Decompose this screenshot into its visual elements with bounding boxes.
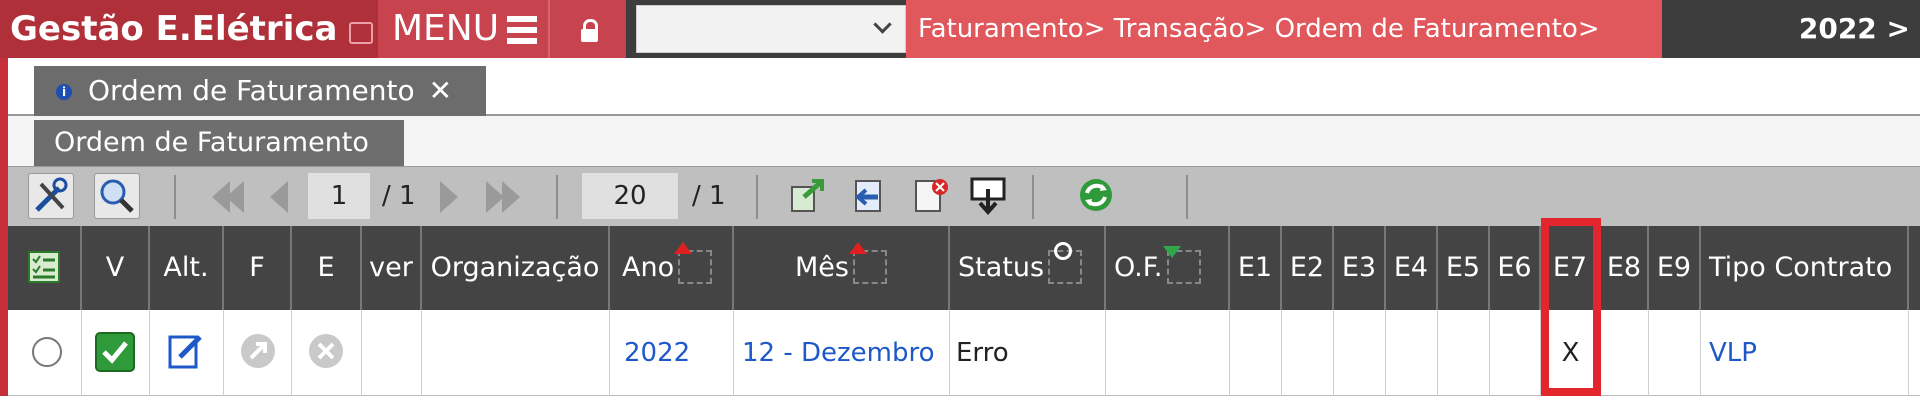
tipo-contrato-cell[interactable]: VLP — [1701, 310, 1909, 396]
checklist-icon — [28, 251, 60, 283]
ano-cell[interactable]: 2022 — [610, 310, 734, 396]
import-icon[interactable] — [848, 175, 888, 215]
search-button[interactable] — [94, 173, 140, 219]
column-header-e1: E1 — [1230, 226, 1282, 310]
hamburger-icon — [507, 16, 538, 44]
menu-button[interactable]: MENU — [378, 0, 548, 58]
mes-cell[interactable]: 12 - Dezembro — [734, 310, 950, 396]
column-header-e: E — [292, 226, 362, 310]
ver-cell — [362, 310, 422, 396]
page-total: / 1 — [382, 181, 416, 211]
page-size-input[interactable]: 20 — [582, 173, 678, 219]
column-header-mes[interactable]: Mês — [734, 226, 950, 310]
checkmark-icon — [95, 332, 135, 372]
column-header-e8: E8 — [1601, 226, 1649, 310]
prev-page-icon[interactable] — [270, 181, 288, 213]
organizacao-cell — [422, 310, 610, 396]
refresh-icon[interactable] — [1076, 175, 1116, 215]
edit-cell[interactable] — [150, 310, 224, 396]
column-header-status[interactable]: Status — [950, 226, 1106, 310]
close-icon[interactable]: ✕ — [429, 66, 452, 116]
menu-label: MENU — [392, 8, 500, 49]
toolbar: 1 / 1 20 / 1 — [8, 166, 1920, 226]
radio-icon — [32, 337, 62, 367]
open-disabled-icon — [241, 334, 275, 368]
column-header-e3: E3 — [1334, 226, 1386, 310]
e3-cell — [1334, 310, 1386, 396]
tools-button[interactable] — [28, 173, 74, 219]
ano-label: Ano — [622, 252, 675, 283]
chevron-down-icon — [873, 15, 892, 34]
column-header-ver: ver — [362, 226, 422, 310]
edit-icon — [168, 335, 202, 369]
sort-desc-icon[interactable] — [848, 242, 887, 284]
delete-disabled-icon — [309, 334, 343, 368]
delete-cell[interactable] — [292, 310, 362, 396]
next-page-icon[interactable] — [440, 181, 458, 213]
filter-search-icon[interactable] — [1048, 242, 1083, 284]
year-breadcrumb[interactable]: 2022 > — [1662, 0, 1920, 58]
breadcrumb[interactable]: Faturamento> Transação> Ordem de Faturam… — [906, 0, 1662, 58]
column-header-tipo-contrato[interactable]: Tipo Contrato — [1701, 226, 1909, 310]
section-title: Ordem de Faturamento — [34, 120, 404, 166]
e1-cell — [1230, 310, 1282, 396]
page-current-input[interactable]: 1 — [308, 173, 370, 219]
column-header-e6: E6 — [1490, 226, 1541, 310]
sort-asc-icon[interactable] — [1162, 246, 1201, 284]
tab-ordem-de-faturamento[interactable]: i Ordem de Faturamento ✕ — [34, 66, 486, 116]
mes-label: Mês — [795, 252, 849, 283]
validate-cell[interactable] — [82, 310, 150, 396]
column-header-f: F — [224, 226, 292, 310]
column-header-e5: E5 — [1438, 226, 1490, 310]
column-header-of[interactable]: O.F. — [1106, 226, 1230, 310]
column-header-e2: E2 — [1282, 226, 1334, 310]
of-label: O.F. — [1114, 252, 1163, 283]
e2-cell — [1282, 310, 1334, 396]
row-select-radio[interactable] — [8, 310, 82, 396]
e4-cell — [1386, 310, 1438, 396]
left-accent-line — [0, 58, 8, 396]
status-cell: Erro — [950, 310, 1106, 396]
column-header-alt: Alt. — [150, 226, 224, 310]
e6-cell — [1490, 310, 1541, 396]
search-icon — [100, 179, 134, 213]
window-icon — [349, 22, 374, 44]
page-size-total: / 1 — [692, 181, 726, 211]
lock-button[interactable] — [548, 0, 626, 58]
status-label: Status — [958, 252, 1045, 283]
tab-label: Ordem de Faturamento — [88, 74, 415, 107]
app-title[interactable]: Gestão E.Elétrica — [0, 0, 378, 58]
column-header-v: V — [82, 226, 150, 310]
column-header-e9: E9 — [1649, 226, 1701, 310]
column-header-organizacao[interactable]: Organização — [422, 226, 610, 310]
context-select[interactable] — [636, 5, 906, 53]
column-header-e4: E4 — [1386, 226, 1438, 310]
select-all-column[interactable] — [8, 226, 82, 310]
download-icon[interactable] — [968, 175, 1008, 215]
pdf-icon[interactable] — [912, 175, 952, 215]
column-header-ano[interactable]: Ano — [610, 226, 734, 310]
e7-highlight-box — [1541, 218, 1601, 396]
e8-cell — [1601, 310, 1649, 396]
tools-icon — [35, 177, 68, 212]
e9-cell — [1649, 310, 1701, 396]
f-cell[interactable] — [224, 310, 292, 396]
export-icon[interactable] — [786, 175, 826, 215]
info-icon: i — [56, 84, 72, 100]
app-title-text: Gestão E.Elétrica — [10, 9, 338, 49]
sort-desc-icon[interactable] — [674, 242, 713, 284]
e5-cell — [1438, 310, 1490, 396]
of-cell — [1106, 310, 1230, 396]
